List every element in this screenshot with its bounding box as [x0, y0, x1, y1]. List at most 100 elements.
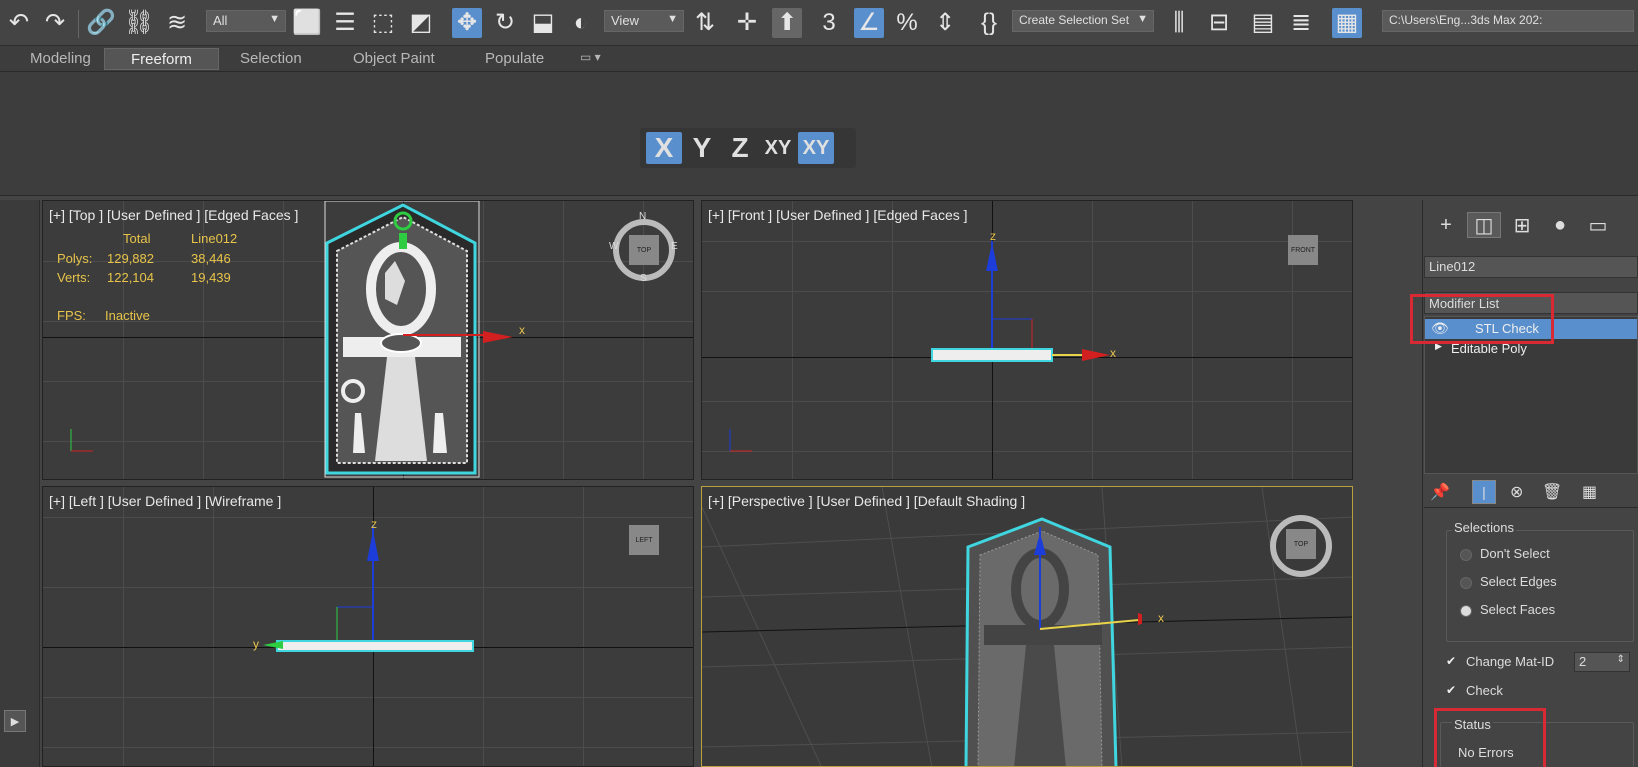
world-axis-tripod — [70, 429, 93, 452]
stats-polys-object: 38,446 — [191, 251, 231, 266]
stats-polys-label: Polys: — [57, 251, 93, 266]
selection-filter-dropdown[interactable]: All ▼ — [206, 10, 286, 32]
mirror-icon[interactable]: ⫼ — [1164, 8, 1194, 38]
tab-populate[interactable]: Populate — [485, 50, 544, 67]
bind-space-warp-icon[interactable]: ≋ — [162, 8, 192, 38]
stats-fps-value: Inactive — [105, 308, 150, 323]
snap-3d-icon[interactable]: 3 — [814, 8, 844, 38]
axis-xy-cycle-button[interactable]: XY — [798, 132, 834, 164]
display-tab-icon[interactable]: ▭ — [1581, 212, 1615, 238]
tab-modeling[interactable]: Modeling — [30, 50, 91, 67]
viewcube-top[interactable]: TOP — [629, 235, 659, 265]
layer-explorer-icon[interactable]: ≣ — [1286, 8, 1316, 38]
project-path-value: C:\Users\Eng...3ds Max 202: — [1389, 13, 1543, 27]
pin-stack-icon[interactable]: 📌 — [1430, 482, 1450, 502]
viewport-perspective[interactable]: [+] [Perspective ] [User Defined ] [Defa… — [701, 486, 1353, 767]
viewport-left-label[interactable]: [+] [Left ] [User Defined ] [Wireframe ] — [49, 493, 281, 509]
show-end-result-icon[interactable]: | — [1472, 480, 1496, 504]
object-name-field[interactable]: Line012 — [1424, 256, 1638, 278]
amulet-model[interactable] — [323, 200, 483, 479]
stats-verts-label: Verts: — [57, 270, 91, 285]
ref-coord-value: View — [611, 13, 639, 28]
pivot-icon[interactable]: ⇅ — [690, 8, 720, 38]
option-select-edges-label[interactable]: Select Edges — [1480, 574, 1557, 589]
viewport-front[interactable]: [+] [Front ] [User Defined ] [Edged Face… — [701, 200, 1353, 480]
change-mat-id-checkbox[interactable]: ✔ — [1446, 655, 1458, 667]
compass-n: N — [639, 211, 647, 222]
create-tab-icon[interactable]: + — [1429, 212, 1463, 238]
check-checkbox[interactable]: ✔ — [1446, 684, 1458, 696]
tab-freeform[interactable]: Freeform — [104, 48, 219, 70]
highlight-box-status — [1434, 708, 1546, 767]
modify-tab-icon[interactable]: ◫ — [1467, 212, 1501, 238]
percent-snap-icon[interactable]: % — [892, 8, 922, 38]
expand-panel-button[interactable]: ▶ — [4, 710, 26, 732]
spinner-snap-icon[interactable]: ⇕ — [930, 8, 960, 38]
z-axis-label: z — [990, 229, 996, 243]
hierarchy-tab-icon[interactable]: ⊞ — [1505, 212, 1539, 238]
front-gizmo-and-model[interactable] — [922, 231, 1122, 371]
viewcube-perspective[interactable]: TOP — [1286, 529, 1316, 559]
make-unique-icon[interactable]: ⊗ — [1510, 482, 1523, 502]
configure-sets-icon[interactable]: ▦ — [1582, 482, 1597, 502]
mat-id-value: 2 — [1579, 654, 1587, 669]
toggle-ribbon-icon[interactable]: ▦ — [1332, 8, 1362, 38]
project-path-field[interactable]: C:\Users\Eng...3ds Max 202: — [1382, 10, 1634, 32]
select-object-icon[interactable]: ⬜ — [292, 8, 322, 38]
keyboard-shortcut-icon[interactable]: ⬆ — [772, 8, 802, 38]
scene-explorer-icon[interactable]: ▤ — [1248, 8, 1278, 38]
axis-z-button[interactable]: Z — [722, 132, 758, 164]
option-select-faces-label[interactable]: Select Faces — [1480, 602, 1555, 617]
undo-icon[interactable]: ↶ — [4, 8, 34, 38]
stats-object-header: Line012 — [191, 231, 238, 246]
left-strip — [0, 200, 40, 767]
viewcube-left[interactable]: LEFT — [629, 525, 659, 555]
viewport-top[interactable]: [+] [Top ] [User Defined ] [Edged Faces … — [42, 200, 694, 480]
radio-dont-select[interactable] — [1460, 549, 1472, 561]
ribbon-options-icon[interactable]: ▭ ▾ — [580, 50, 601, 64]
move-icon[interactable]: ✥ — [452, 8, 482, 38]
option-dont-select-label[interactable]: Don't Select — [1480, 546, 1550, 561]
radio-select-faces[interactable] — [1460, 605, 1472, 617]
unlink-icon[interactable]: ⛓ — [124, 8, 154, 38]
ref-coord-dropdown[interactable]: View ▼ — [604, 10, 684, 32]
viewport-top-label[interactable]: [+] [Top ] [User Defined ] [Edged Faces … — [49, 207, 298, 223]
check-label: Check — [1466, 683, 1503, 698]
angle-snap-icon[interactable]: ∠ — [854, 8, 884, 38]
viewcube-front[interactable]: FRONT — [1288, 235, 1318, 265]
compass-s: S — [640, 273, 647, 284]
select-manipulate-icon[interactable]: ✛ — [732, 8, 762, 38]
mat-id-spinner[interactable]: 2 ⇕ — [1574, 652, 1630, 672]
tab-selection[interactable]: Selection — [240, 50, 302, 67]
select-place-icon[interactable]: ◐ — [566, 8, 596, 38]
window-crossing-icon[interactable]: ◩ — [406, 8, 436, 38]
tab-object-paint[interactable]: Object Paint — [353, 50, 435, 67]
select-by-name-icon[interactable]: ☰ — [330, 8, 360, 38]
ribbon-tabs: Modeling Freeform Selection Object Paint… — [0, 46, 1638, 72]
chevron-down-icon: ▼ — [269, 13, 280, 25]
change-mat-id-label: Change Mat-ID — [1466, 654, 1555, 669]
named-selection-dropdown[interactable]: Create Selection Set ▼ — [1012, 10, 1154, 32]
scale-icon[interactable]: ⬓ — [528, 8, 558, 38]
left-gizmo-and-model[interactable] — [263, 517, 483, 657]
remove-modifier-icon[interactable]: 🗑 — [1542, 482, 1562, 502]
axis-xy-button[interactable]: XY — [760, 132, 796, 164]
rect-selection-icon[interactable]: ⬚ — [368, 8, 398, 38]
motion-tab-icon[interactable]: ● — [1543, 212, 1577, 238]
redo-icon[interactable]: ↷ — [40, 8, 70, 38]
axis-x-button[interactable]: X — [646, 132, 682, 164]
compass-e: E — [671, 241, 678, 252]
axis-y-button[interactable]: Y — [684, 132, 720, 164]
rotate-icon[interactable]: ↻ — [490, 8, 520, 38]
highlight-box-modifier — [1410, 294, 1554, 344]
amulet-model-perspective[interactable] — [962, 507, 1142, 767]
x-axis-label: x — [519, 323, 525, 337]
link-icon[interactable]: 🔗 — [86, 8, 116, 38]
align-icon[interactable]: ⊟ — [1204, 8, 1234, 38]
spinner-arrows-icon[interactable]: ⇕ — [1617, 654, 1625, 665]
axis-constraints-toolbar: X Y Z XY XY — [640, 128, 856, 168]
viewport-left[interactable]: [+] [Left ] [User Defined ] [Wireframe ]… — [42, 486, 694, 767]
edit-named-selection-icon[interactable]: {} — [974, 8, 1004, 38]
radio-select-edges[interactable] — [1460, 577, 1472, 589]
viewport-front-label[interactable]: [+] [Front ] [User Defined ] [Edged Face… — [708, 207, 968, 223]
